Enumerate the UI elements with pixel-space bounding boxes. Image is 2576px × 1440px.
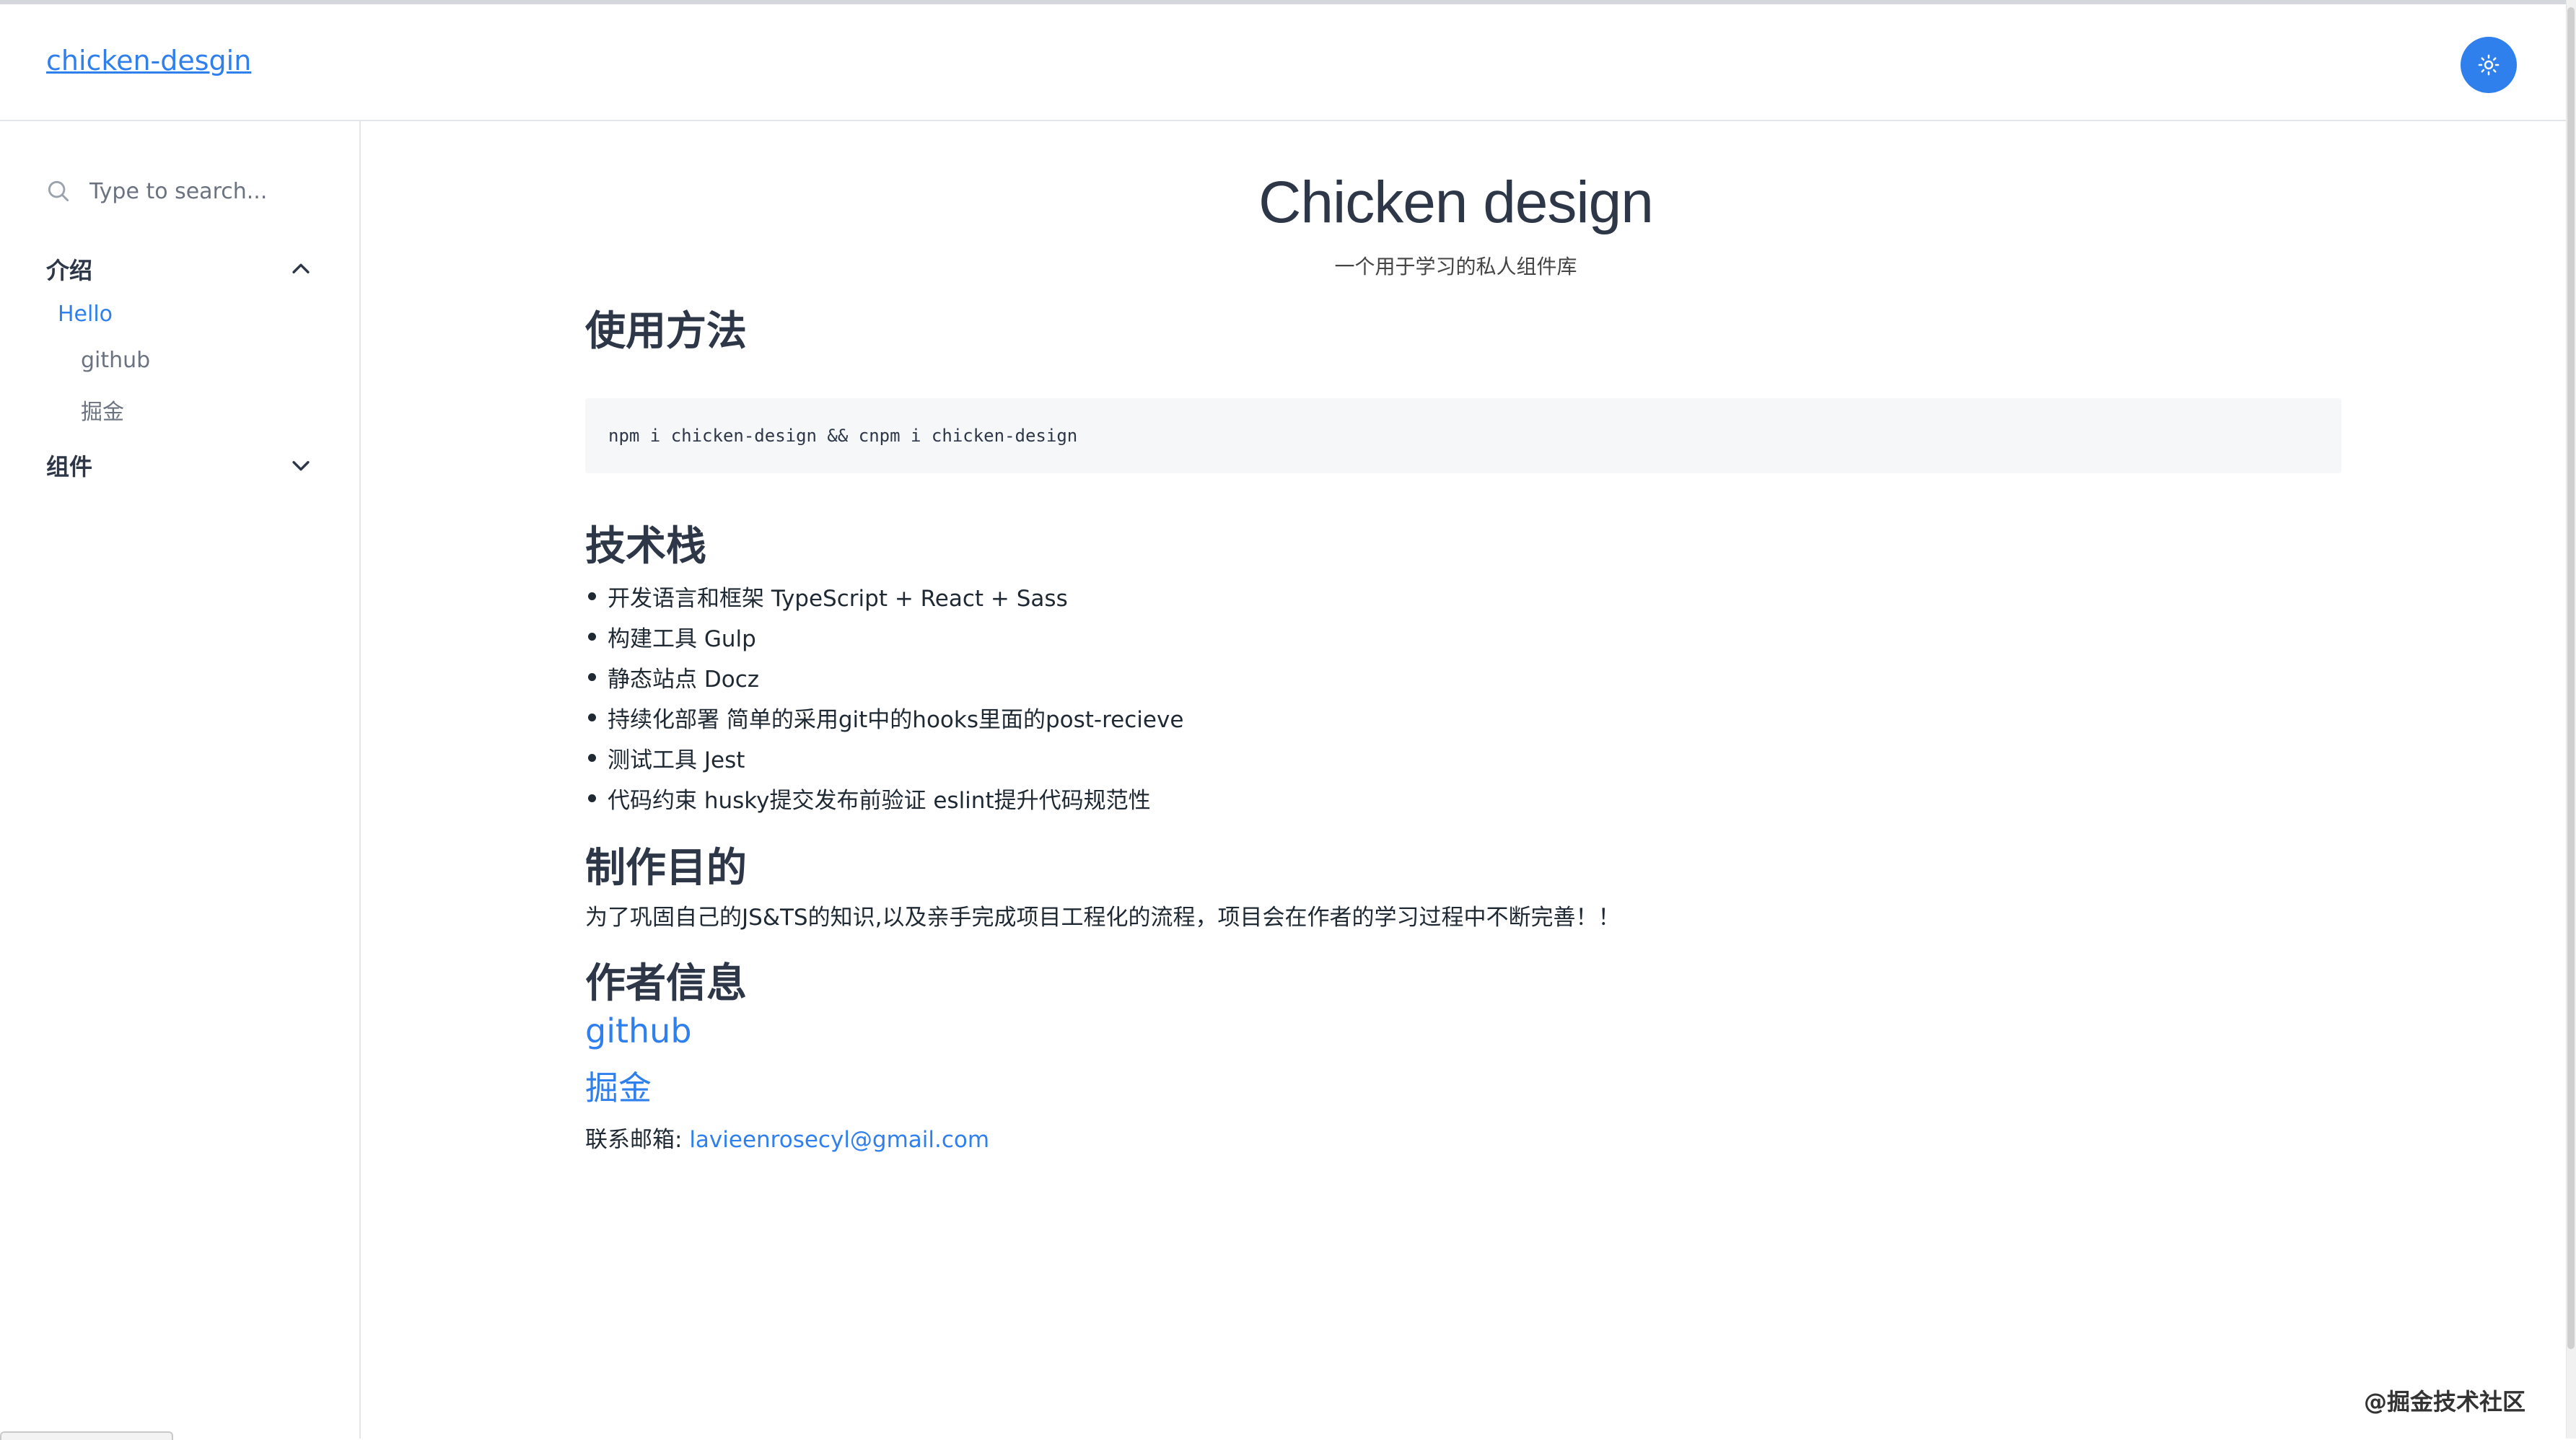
search-icon xyxy=(48,180,69,202)
sidebar-group-label: 介绍 xyxy=(46,257,93,284)
code-block-install: npm i chicken-design && cnpm i chicken-d… xyxy=(585,398,2341,473)
sidebar-group-label: 组件 xyxy=(46,453,93,480)
author-github-link[interactable]: github xyxy=(585,1011,692,1050)
scrollbar-thumb[interactable] xyxy=(2567,7,2575,1349)
site-logo-link[interactable]: chicken-desgin xyxy=(46,45,251,76)
heading-author: 作者信息 xyxy=(585,960,747,1007)
heading-usage: 使用方法 xyxy=(585,308,747,355)
theme-toggle-button[interactable] xyxy=(2461,37,2517,93)
list-item: 代码约束 husky提交发布前验证 eslint提升代码规范性 xyxy=(585,778,1183,818)
sidebar-item-juejin[interactable]: 掘金 xyxy=(81,394,124,426)
list-item: 测试工具 Jest xyxy=(585,737,1183,778)
email-label: 联系邮箱: xyxy=(585,1127,690,1153)
sun-icon xyxy=(2478,54,2500,76)
page-title: Chicken design xyxy=(1258,170,1654,235)
sidebar-group-components[interactable]: 组件 xyxy=(46,447,313,483)
code-text: npm i chicken-design && cnpm i chicken-d… xyxy=(608,426,1078,446)
email-link[interactable]: lavieenrosecyl@gmail.com xyxy=(689,1127,989,1153)
top-header: chicken-desgin xyxy=(0,4,2576,121)
sidebar: 介绍 Hello github 掘金 组件 xyxy=(0,121,361,1439)
list-item: 静态站点 Docz xyxy=(585,657,1183,697)
heading-tech-stack: 技术栈 xyxy=(585,523,706,570)
search-input[interactable] xyxy=(88,177,333,205)
tech-stack-list: 开发语言和框架 TypeScript + React + Sass 构建工具 G… xyxy=(585,576,1183,818)
sidebar-search xyxy=(45,173,333,209)
list-item: 构建工具 Gulp xyxy=(585,616,1183,657)
list-item: 持续化部署 简单的采用git中的hooks里面的post-recieve xyxy=(585,697,1183,737)
sidebar-item-github[interactable]: github xyxy=(81,348,150,373)
contact-email-line: 联系邮箱: lavieenrosecyl@gmail.com xyxy=(585,1121,989,1154)
list-item: 开发语言和框架 TypeScript + React + Sass xyxy=(585,576,1183,616)
sidebar-item-hello[interactable]: Hello xyxy=(58,302,113,327)
chevron-down-icon xyxy=(292,461,310,471)
purpose-text: 为了巩固自己的JS&TS的知识,以及亲手完成项目工程化的流程，项目会在作者的学习… xyxy=(585,905,1621,931)
main-content: Chicken design 一个用于学习的私人组件库 使用方法 npm i c… xyxy=(361,121,2576,1439)
sidebar-group-intro[interactable]: 介绍 xyxy=(46,251,313,287)
watermark: @掘金技术社区 xyxy=(2364,1388,2526,1415)
heading-purpose: 制作目的 xyxy=(585,845,747,892)
page-subtitle: 一个用于学习的私人组件库 xyxy=(1334,255,1577,278)
author-juejin-link[interactable]: 掘金 xyxy=(585,1062,652,1110)
bottom-panel-tab[interactable] xyxy=(0,1431,173,1440)
chevron-up-icon xyxy=(292,263,310,273)
